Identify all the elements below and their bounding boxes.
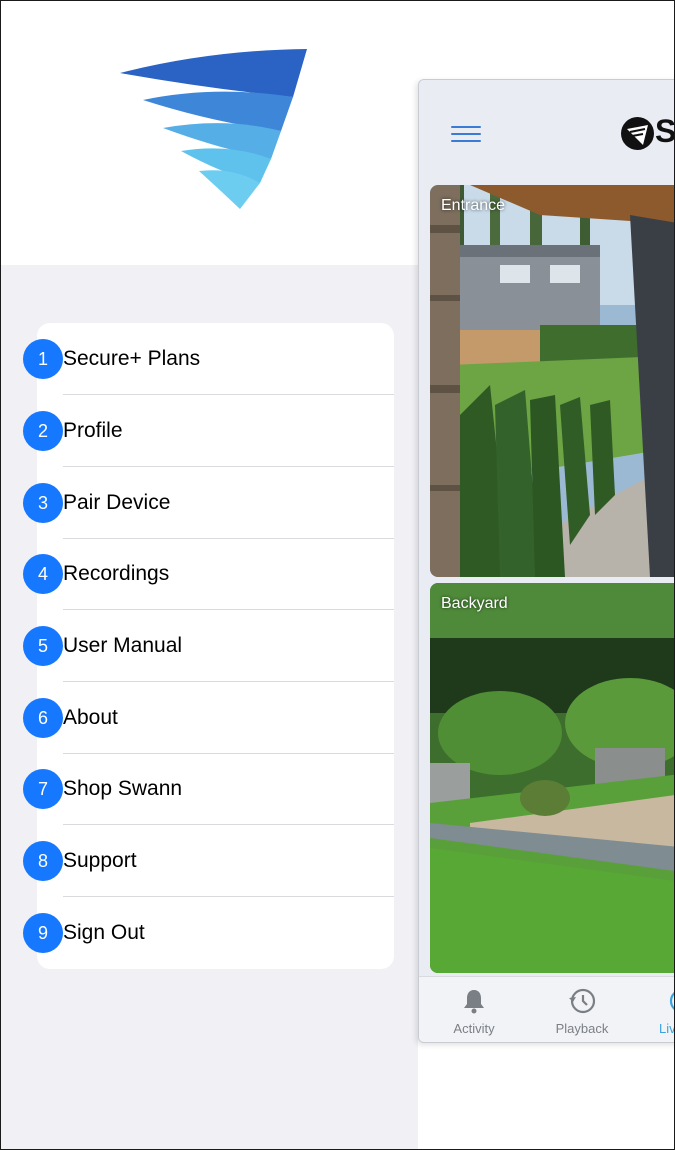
camera-feed-image xyxy=(430,583,675,973)
step-badge: 1 xyxy=(23,339,63,379)
menu-item-label: Recordings xyxy=(63,562,170,585)
camera-tile-backyard[interactable]: Backyard xyxy=(430,583,675,973)
camera-feed-image xyxy=(430,185,675,577)
step-badge: 3 xyxy=(23,483,63,523)
menu-item-pair-device[interactable]: Pair Device xyxy=(37,467,394,539)
step-badge: 4 xyxy=(23,554,63,594)
menu-item-sign-out[interactable]: Sign Out xyxy=(37,897,394,969)
menu-item-label: User Manual xyxy=(63,634,183,657)
swann-emblem-icon xyxy=(621,117,654,150)
menu-item-shop-swann[interactable]: Shop Swann xyxy=(37,753,394,825)
swann-logo-icon xyxy=(120,49,307,209)
bottom-tab-bar: Activity Playback Liv xyxy=(419,976,675,1042)
menu-item-recordings[interactable]: Recordings xyxy=(37,538,394,610)
brand-logo: S xyxy=(621,113,675,151)
live-icon xyxy=(669,991,675,1011)
menu-list: Secure+ Plans Profile Pair Device Record… xyxy=(37,323,394,969)
tab-label: Activity xyxy=(453,1021,495,1036)
menu-item-profile[interactable]: Profile xyxy=(37,395,394,467)
menu-item-label: Pair Device xyxy=(63,491,171,514)
menu-item-label: Profile xyxy=(63,419,123,442)
camera-label: Entrance xyxy=(441,197,506,214)
menu-item-label: Support xyxy=(63,849,137,872)
history-icon xyxy=(569,988,596,1014)
step-badge: 2 xyxy=(23,411,63,451)
menu-item-user-manual[interactable]: User Manual xyxy=(37,610,394,682)
hamburger-menu-icon[interactable] xyxy=(451,126,481,142)
brand-name: S xyxy=(655,113,675,149)
tab-label: Playback xyxy=(555,1021,609,1036)
menu-item-label: Secure+ Plans xyxy=(63,347,201,370)
camera-tile-entrance[interactable]: Entrance xyxy=(430,185,675,577)
menu-item-label: Sign Out xyxy=(63,921,145,944)
menu-header xyxy=(0,0,418,265)
menu-item-label: About xyxy=(63,706,118,729)
menu-item-about[interactable]: About xyxy=(37,682,394,754)
step-badge: 5 xyxy=(23,626,63,666)
menu-item-secure-plans[interactable]: Secure+ Plans xyxy=(37,323,394,395)
step-badge: 8 xyxy=(23,841,63,881)
side-menu: Secure+ Plans Profile Pair Device Record… xyxy=(0,0,418,1150)
bell-icon xyxy=(464,990,484,1014)
tab-activity[interactable]: Activity xyxy=(429,977,519,1042)
step-badge: 6 xyxy=(23,698,63,738)
app-preview: S Entrance Backyard Activity Playback Li… xyxy=(418,79,675,1043)
camera-label: Backyard xyxy=(441,595,508,612)
tab-label: Liv xyxy=(659,1021,675,1036)
step-badge: 9 xyxy=(23,913,63,953)
menu-item-label: Shop Swann xyxy=(63,777,183,800)
tab-playback[interactable]: Playback xyxy=(537,977,627,1042)
menu-item-support[interactable]: Support xyxy=(37,825,394,897)
app-header: S xyxy=(419,80,675,184)
step-badge: 7 xyxy=(23,769,63,809)
tab-live[interactable]: Liv xyxy=(645,977,675,1042)
